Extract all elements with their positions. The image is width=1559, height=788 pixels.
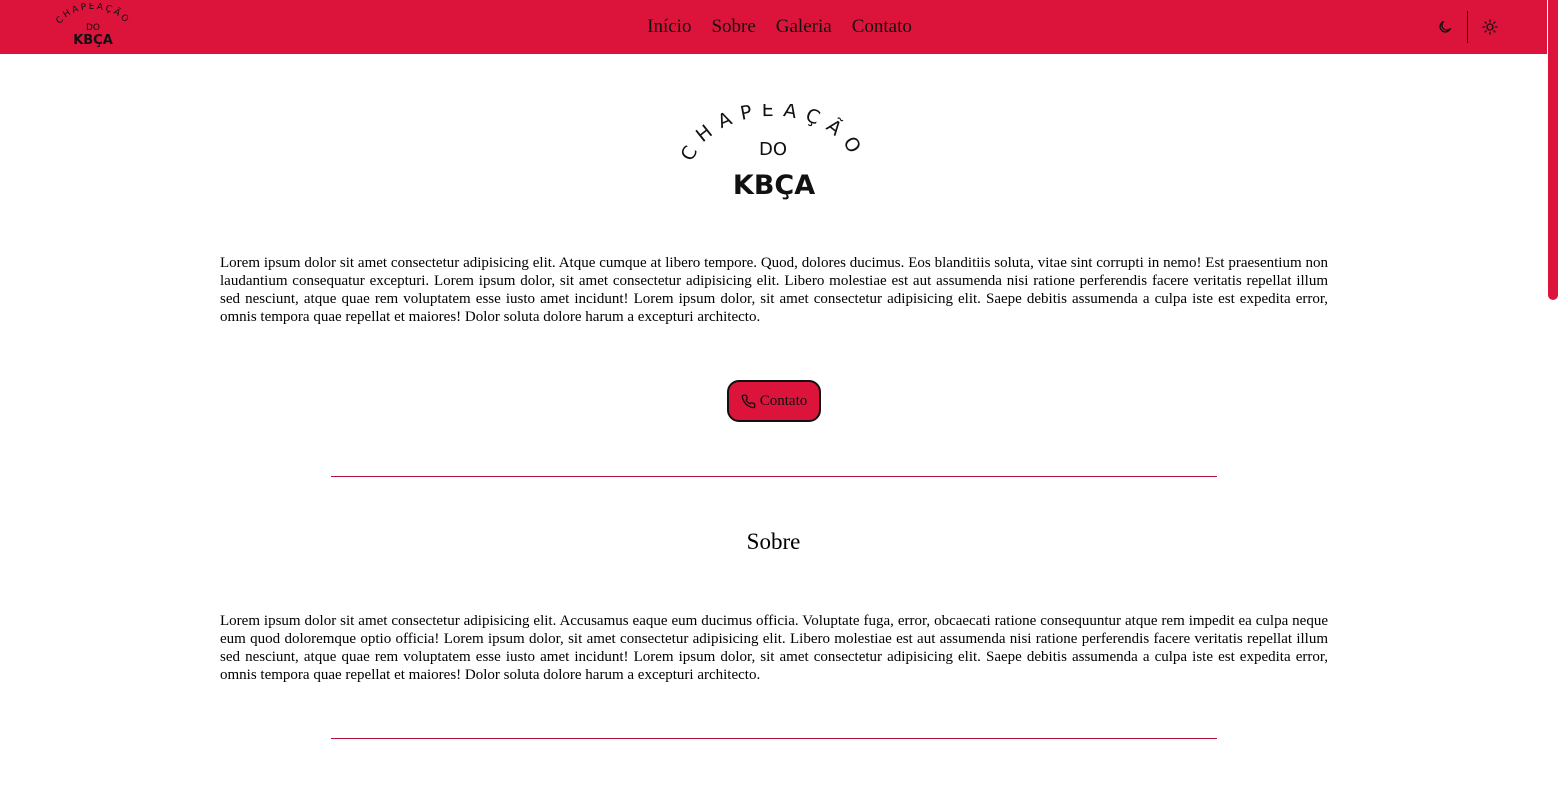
about-paragraph: Lorem ipsum dolor sit amet consectetur a…	[220, 613, 1328, 683]
top-header: CHAPEAÇÃO DO KBÇA	[0, 0, 1547, 54]
phone-icon	[741, 394, 756, 408]
header-logo[interactable]: CHAPEAÇÃO DO KBÇA	[52, 3, 134, 51]
header-logo-middle-text: DO	[86, 23, 100, 33]
contact-button-label: Contato	[759, 392, 808, 409]
contact-button[interactable]: Contato	[727, 380, 821, 422]
nav-item-contato[interactable]: Contato	[852, 16, 912, 38]
moon-icon	[1439, 21, 1451, 33]
main-logo-middle-text: DO	[759, 139, 787, 160]
about-section-title: Sobre	[746, 529, 801, 554]
page-scrollbar-thumb[interactable]	[1548, 0, 1558, 300]
header-logo-bold-text: KBÇA	[73, 33, 113, 48]
section-divider	[331, 738, 1217, 739]
theme-toggle-divider	[1467, 11, 1468, 43]
dark-mode-toggle[interactable]	[1433, 0, 1457, 54]
light-mode-toggle[interactable]	[1478, 0, 1502, 54]
nav-item-sobre[interactable]: Sobre	[711, 16, 755, 38]
hero-paragraph: Lorem ipsum dolor sit amet consectetur a…	[220, 255, 1328, 325]
nav-item-galeria[interactable]: Galeria	[776, 16, 832, 38]
section-divider	[331, 476, 1217, 477]
sun-icon	[1482, 19, 1498, 35]
main-logo: CHAPEAÇÃO DO KBÇA	[679, 104, 861, 201]
nav-item-inicio[interactable]: Início	[647, 16, 691, 38]
main-logo-bold-text: KBÇA	[733, 170, 815, 201]
